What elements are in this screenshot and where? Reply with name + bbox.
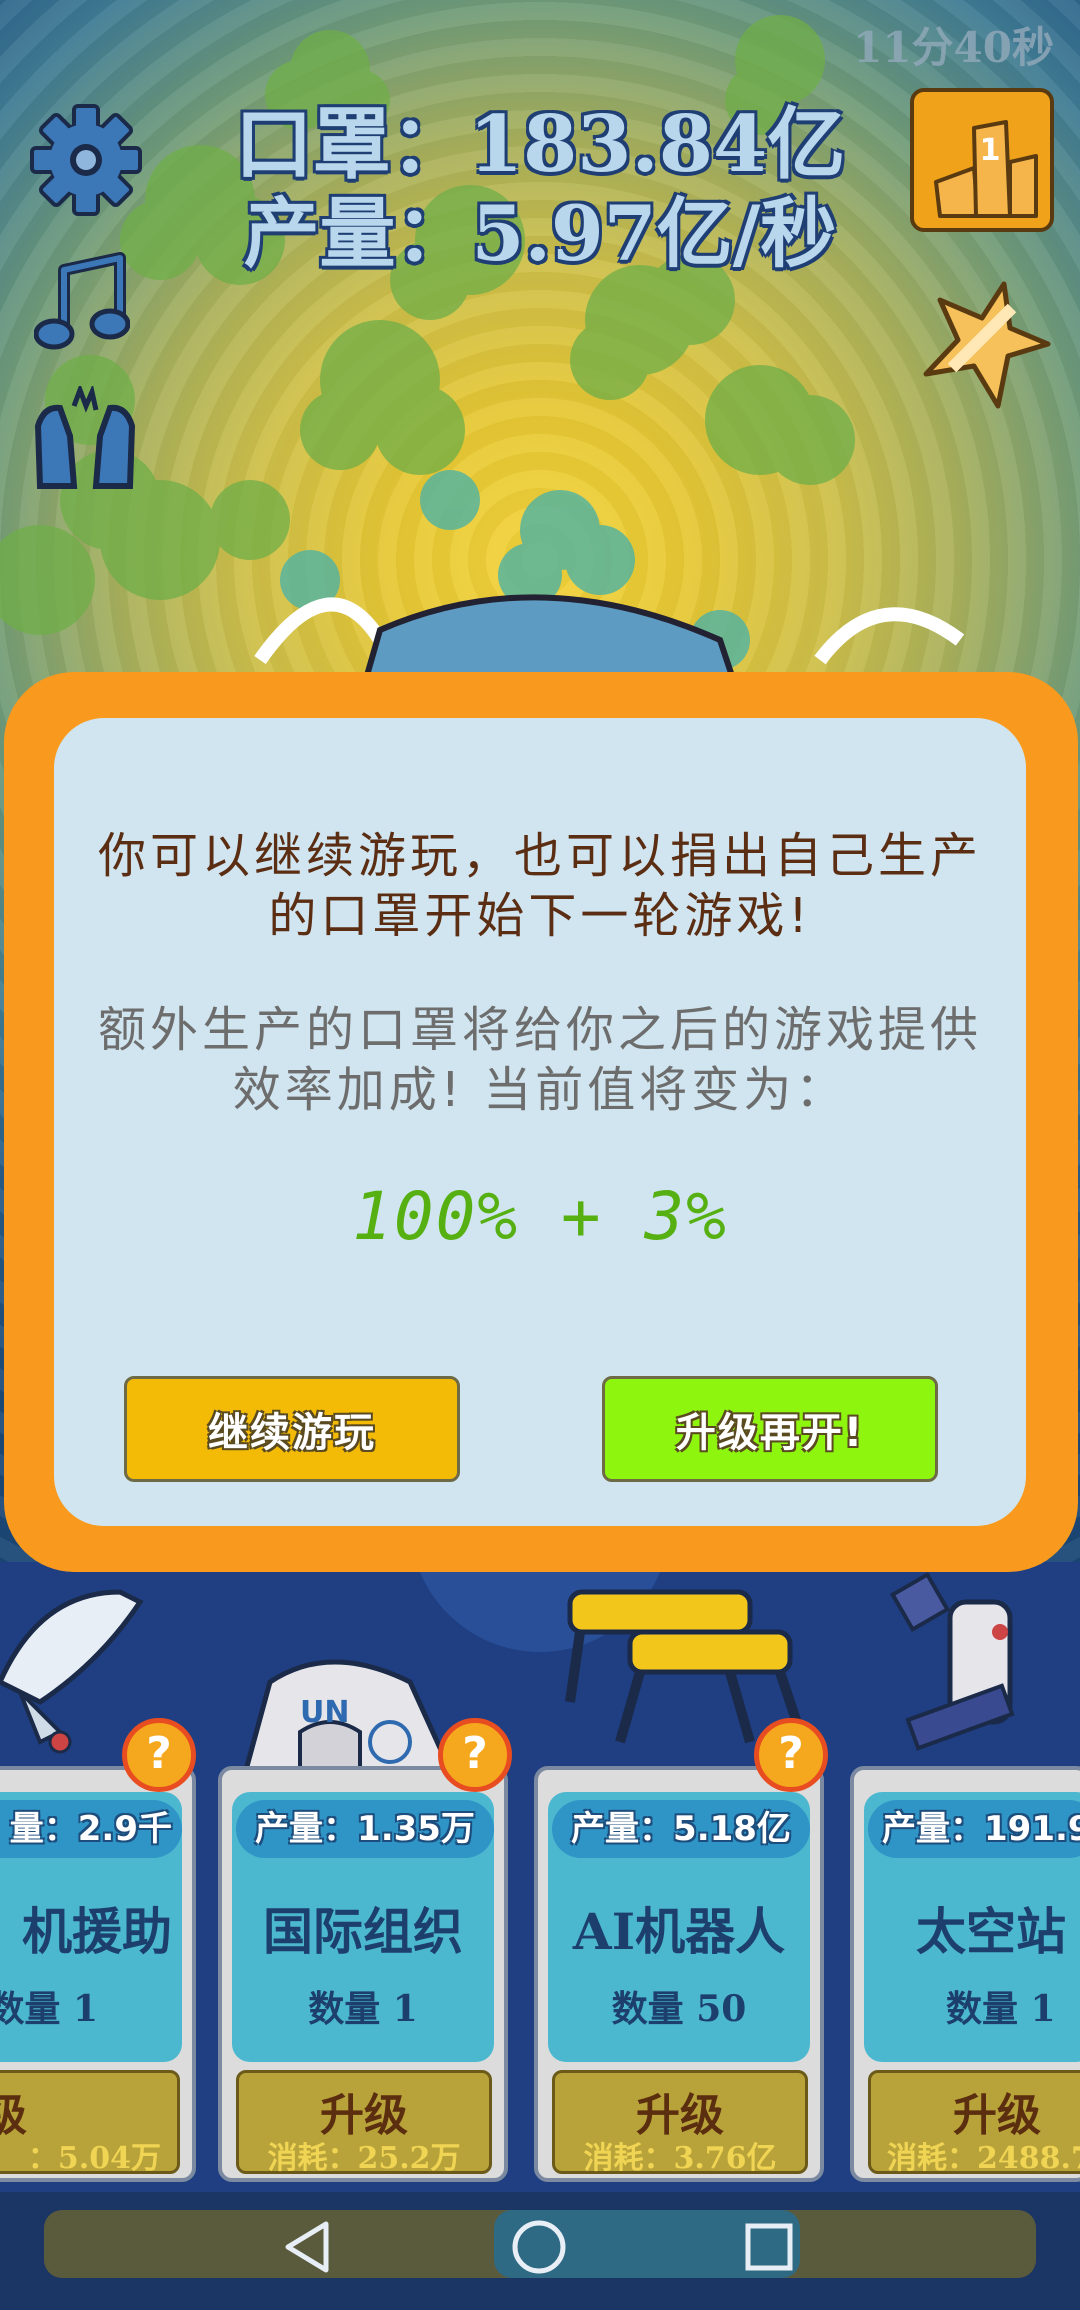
round-timer: 11分40秒 — [853, 23, 1054, 72]
shop-card-aid-plane[interactable]: 量：2.9千 机援助 数量 1 升级 ：5.04万 — [0, 1766, 196, 2182]
continue-button[interactable]: 继续游玩 — [124, 1376, 460, 1482]
upgrade-restart-button[interactable]: 升级再开! — [602, 1376, 938, 1482]
shop-card-space-station[interactable]: 产量：191.9 太空站 数量 1 升级 消耗：2488.7 — [850, 1766, 1080, 2182]
help-badge[interactable]: ? — [754, 1718, 828, 1792]
card-count: 数量 1 — [946, 1988, 1056, 2030]
card-count: 数量 1 — [0, 1988, 98, 2030]
shop-card-ai-robot[interactable]: 产量：5.18亿 AI机器人 数量 50 升级 消耗：3.76亿 — [534, 1766, 824, 2182]
upgrade-button[interactable]: 升级 消耗：25.2万 — [236, 2070, 492, 2176]
upgrade-cost: ：5.04万 — [27, 2141, 161, 2176]
dialog-message: 你可以继续游玩，也可以捐出自己生产的口罩开始下一轮游戏! — [97, 828, 982, 944]
card-name: AI机器人 — [572, 1902, 786, 1961]
recents-icon[interactable] — [724, 2212, 814, 2282]
settings-gear-icon[interactable] — [30, 104, 142, 216]
shop-card-international-org[interactable]: 产量：1.35万 国际组织 数量 1 升级 消耗：25.2万 — [218, 1766, 508, 2182]
upgrade-cost: 消耗：3.76亿 — [583, 2141, 777, 2176]
gloves-icon[interactable] — [30, 386, 140, 496]
music-note-icon[interactable] — [34, 252, 130, 356]
card-name: 国际组织 — [263, 1902, 463, 1961]
leaderboard-icon: 1 — [934, 120, 1038, 218]
bonus-value: 100% + 3% — [352, 1178, 728, 1255]
home-icon[interactable] — [494, 2212, 584, 2282]
rank-number: 1 — [980, 133, 1001, 168]
upgrade-button[interactable]: 升级 ：5.04万 — [0, 2070, 180, 2176]
card-count: 数量 50 — [611, 1988, 747, 2030]
card-name: 机援助 — [22, 1902, 172, 1961]
card-production: 量：2.9千 — [0, 1800, 182, 1858]
help-badge[interactable]: ? — [122, 1718, 196, 1792]
card-name: 太空站 — [916, 1902, 1066, 1961]
dialog-bonus-explanation: 额外生产的口罩将给你之后的游戏提供效率加成! 当前值将变为： — [97, 1002, 982, 1118]
upgrade-cost: 消耗：25.2万 — [267, 2141, 461, 2176]
card-production: 产量：5.18亿 — [552, 1800, 810, 1858]
upgrade-button[interactable]: 升级 消耗：2488.7 — [868, 2070, 1080, 2176]
upgrade-cost: 消耗：2488.7 — [887, 2141, 1080, 2176]
help-badge[interactable]: ? — [438, 1718, 512, 1792]
leaderboard-button[interactable]: 1 — [910, 88, 1054, 232]
back-icon[interactable] — [264, 2212, 354, 2282]
svg-text:UN: UN — [300, 1695, 349, 1730]
star-icon[interactable] — [912, 278, 1052, 412]
upgrade-button[interactable]: 升级 消耗：3.76亿 — [552, 2070, 808, 2176]
card-production: 产量：1.35万 — [236, 1800, 494, 1858]
card-production: 产量：191.9 — [868, 1800, 1080, 1858]
card-count: 数量 1 — [308, 1988, 418, 2030]
game-screen: 11分40秒 口罩：183.84亿 产量：5.97亿/秒 1 UN 量：2.9千… — [0, 0, 1080, 2310]
